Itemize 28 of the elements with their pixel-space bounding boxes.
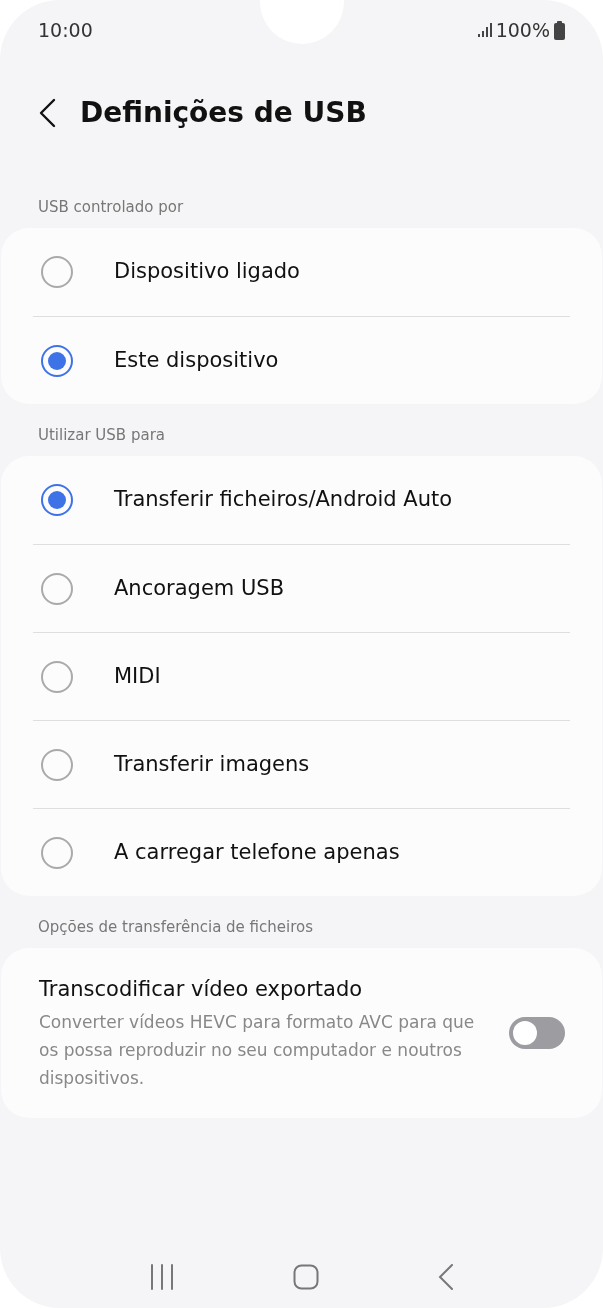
setting-title: Transcodificar vídeo exportado <box>39 976 364 1003</box>
toggle-switch[interactable] <box>509 1016 565 1049</box>
radio-button[interactable] <box>41 836 73 869</box>
radio-button[interactable] <box>41 572 73 605</box>
back-icon[interactable] <box>38 98 56 128</box>
battery-level: 100% <box>495 17 550 43</box>
radio-button[interactable] <box>41 344 73 377</box>
radio-button[interactable] <box>41 484 73 516</box>
home-icon[interactable] <box>292 1264 319 1290</box>
option-label[interactable]: Transferir imagens <box>114 748 310 781</box>
option-label[interactable]: A carregar telefone apenas <box>114 836 400 869</box>
radio-button[interactable] <box>41 748 73 781</box>
status-time: 10:00 <box>38 17 93 43</box>
battery-icon <box>554 20 565 40</box>
radio-button[interactable] <box>41 256 73 288</box>
page-title: Definições de USB <box>80 95 367 131</box>
option-label[interactable]: Este dispositivo <box>114 344 279 377</box>
recent-apps-icon[interactable] <box>149 1264 174 1290</box>
option-label[interactable]: Ancoragem USB <box>114 572 285 605</box>
option-label[interactable]: MIDI <box>114 660 161 693</box>
section-header: Utilizar USB para <box>38 424 165 446</box>
option-label[interactable]: Dispositivo ligado <box>114 256 300 288</box>
section-header: Opções de transferência de ficheiros <box>38 916 314 938</box>
signal-icon <box>477 23 492 37</box>
setting-description: Converter vídeos HEVC para formato AVC para que os possa reproduzir no seu computador e noutros dispositivos. <box>39 1010 476 1090</box>
option-label[interactable]: Transferir ficheiros/Android Auto <box>114 484 453 516</box>
section-header: USB controlado por <box>38 196 184 218</box>
radio-button[interactable] <box>41 660 73 693</box>
